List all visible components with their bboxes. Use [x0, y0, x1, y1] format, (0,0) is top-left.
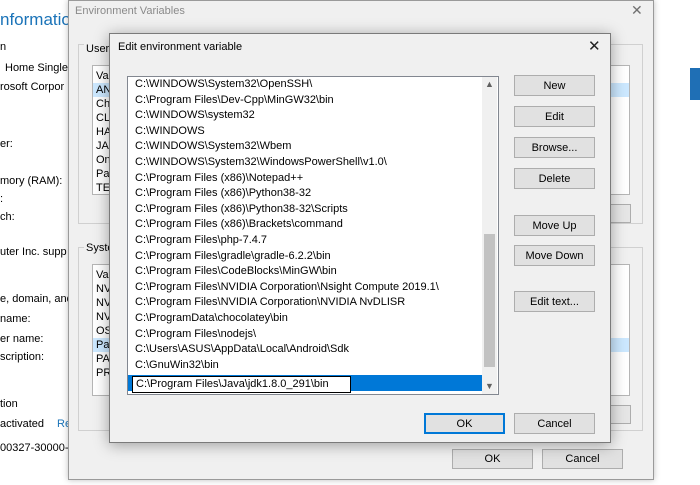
- close-icon[interactable]: ✕: [631, 2, 643, 19]
- path-item[interactable]: C:\ProgramData\chocolatey\bin: [128, 311, 488, 327]
- path-item[interactable]: C:\Program Files\CodeBlocks\MinGW\bin: [128, 264, 488, 280]
- env-cancel-button[interactable]: Cancel: [542, 449, 623, 469]
- dialog-title: Edit environment variable: [118, 41, 243, 53]
- path-list[interactable]: C:\WINDOWS\System32\OpenSSH\ C:\Program …: [127, 76, 499, 395]
- path-item[interactable]: C:\WINDOWS\System32\Wbem: [128, 139, 488, 155]
- env-ok-button[interactable]: OK: [452, 449, 533, 469]
- system-info-row: mory (RAM):: [0, 175, 63, 187]
- user-variables-label: User: [84, 43, 112, 55]
- path-item[interactable]: C:\WINDOWS\system32: [128, 108, 488, 124]
- move-up-button[interactable]: Move Up: [514, 215, 595, 236]
- browse-button[interactable]: Browse...: [514, 137, 595, 158]
- env-window-title: Environment Variables: [75, 5, 185, 17]
- system-delete-button[interactable]: [609, 405, 631, 424]
- user-delete-button[interactable]: [609, 204, 631, 223]
- path-list-scrollbar[interactable]: ▲ ▼: [482, 77, 497, 394]
- scrollbar-thumb[interactable]: [484, 234, 495, 367]
- path-item-editing[interactable]: [128, 375, 488, 393]
- ok-button[interactable]: OK: [424, 413, 505, 434]
- partial-row: [128, 392, 481, 394]
- system-info-row: ch:: [0, 211, 15, 223]
- delete-button[interactable]: Delete: [514, 168, 595, 189]
- path-item[interactable]: C:\Program Files\NVIDIA Corporation\Nsig…: [128, 280, 488, 296]
- system-info-row: uter Inc. supp: [0, 246, 67, 258]
- scroll-down-icon[interactable]: ▼: [482, 379, 497, 394]
- new-button[interactable]: New: [514, 75, 595, 96]
- system-info-row: name:: [0, 313, 31, 325]
- system-info-row: activated: [0, 418, 45, 430]
- path-edit-input[interactable]: [132, 376, 351, 393]
- system-info-row: e, domain, and: [0, 293, 73, 305]
- path-item[interactable]: C:\WINDOWS\System32\WindowsPowerShell\v1…: [128, 155, 488, 171]
- path-item[interactable]: C:\Program Files (x86)\Notepad++: [128, 171, 488, 187]
- edit-button[interactable]: Edit: [514, 106, 595, 127]
- path-item[interactable]: C:\Program Files (x86)\Python38-32: [128, 186, 488, 202]
- path-item[interactable]: C:\Users\ASUS\AppData\Local\Android\Sdk: [128, 342, 488, 358]
- cancel-button[interactable]: Cancel: [514, 413, 595, 434]
- path-item[interactable]: C:\Program Files\nodejs\: [128, 327, 488, 343]
- scroll-up-icon[interactable]: ▲: [482, 77, 497, 92]
- path-item[interactable]: C:\GnuWin32\bin: [128, 358, 488, 374]
- system-info-row: er name:: [0, 333, 44, 345]
- system-info-row: tion: [0, 398, 18, 410]
- edit-environment-variable-dialog: Edit environment variable ✕ C:\WINDOWS\S…: [109, 33, 611, 443]
- close-icon[interactable]: ✕: [588, 37, 601, 55]
- system-info-row: 00327-30000-: [0, 442, 69, 454]
- path-item[interactable]: C:\Program Files\php-7.4.7: [128, 233, 488, 249]
- system-info-row: n: [0, 41, 7, 53]
- path-item[interactable]: C:\Program Files (x86)\Python38-32\Scrip…: [128, 202, 488, 218]
- path-item[interactable]: C:\Program Files\Dev-Cpp\MinGW32\bin: [128, 93, 488, 109]
- path-item[interactable]: C:\Program Files\gradle\gradle-6.2.2\bin: [128, 249, 488, 265]
- path-item[interactable]: C:\Program Files\NVIDIA Corporation\NVID…: [128, 295, 488, 311]
- path-item[interactable]: C:\Program Files (x86)\Brackets\command: [128, 217, 488, 233]
- system-info-row: er:: [0, 138, 13, 150]
- system-info-row: Home Single: [5, 62, 68, 74]
- move-down-button[interactable]: Move Down: [514, 245, 595, 266]
- system-info-row: scription:: [0, 351, 45, 363]
- edit-text-button[interactable]: Edit text...: [514, 291, 595, 312]
- path-item[interactable]: C:\WINDOWS: [128, 124, 488, 140]
- path-item[interactable]: C:\WINDOWS\System32\OpenSSH\: [128, 77, 488, 93]
- system-info-row: :: [0, 193, 4, 205]
- system-info-row: rosoft Corpor: [0, 81, 65, 93]
- edge-accent: [690, 68, 700, 100]
